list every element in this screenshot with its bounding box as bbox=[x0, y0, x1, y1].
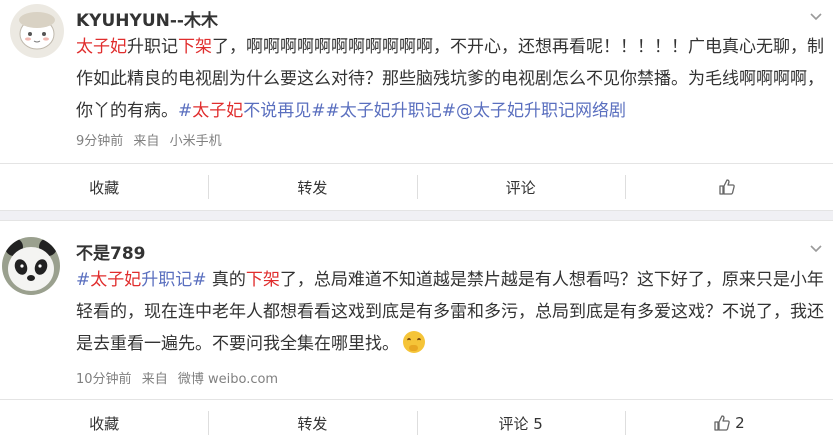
post-meta: 10分钟前 来自 微博 weibo.com bbox=[76, 368, 284, 387]
favorite-label: 收藏 bbox=[89, 178, 120, 197]
text-seg: 真的 bbox=[206, 270, 246, 290]
hashtag-link[interactable]: # bbox=[178, 101, 192, 121]
post-time: 10分钟前 bbox=[76, 372, 132, 387]
text-seg: 下架 bbox=[178, 37, 212, 57]
hashtag-link[interactable]: #太子妃升职记# bbox=[326, 101, 457, 121]
panda-avatar-icon bbox=[2, 237, 60, 295]
post-source[interactable]: 小米手机 bbox=[170, 134, 222, 149]
action-bar: 收藏 转发 评论 5 2 bbox=[0, 399, 833, 446]
chevron-down-icon[interactable] bbox=[808, 240, 824, 256]
comment-button[interactable]: 评论 5 bbox=[416, 400, 625, 446]
text-seg[interactable]: 太子妃 bbox=[76, 37, 127, 57]
hashtag-link[interactable]: # bbox=[76, 270, 90, 290]
source-prefix: 来自 bbox=[141, 372, 168, 387]
avatar-illustration-icon bbox=[10, 4, 64, 58]
hashtag-link[interactable]: 升职记# bbox=[141, 270, 206, 290]
avatar[interactable] bbox=[10, 4, 64, 58]
username[interactable]: KYUHYUN--木木 bbox=[76, 6, 218, 31]
avatar[interactable] bbox=[2, 237, 60, 295]
post-meta: 9分钟前 来自 小米手机 bbox=[76, 130, 228, 149]
text-seg: 升职记 bbox=[127, 37, 178, 57]
repost-label: 转发 bbox=[297, 414, 328, 433]
text-seg: 下架 bbox=[245, 270, 280, 290]
comment-button[interactable]: 评论 bbox=[416, 164, 625, 210]
like-button[interactable]: 2 bbox=[624, 400, 833, 446]
repost-label: 转发 bbox=[297, 178, 328, 197]
like-count: 2 bbox=[735, 414, 745, 432]
favorite-button[interactable]: 收藏 bbox=[0, 164, 208, 210]
post-time: 9分钟前 bbox=[76, 134, 124, 149]
chevron-down-icon[interactable] bbox=[808, 8, 824, 24]
hashtag-link[interactable]: 不说再见# bbox=[243, 101, 325, 121]
post-separator bbox=[0, 210, 833, 221]
repost-button[interactable]: 转发 bbox=[208, 164, 416, 210]
post-text: #太子妃升职记# 真的下架了，总局难道不知道越是禁片越是有人想看吗？这下好了，原… bbox=[76, 264, 828, 360]
favorite-button[interactable]: 收藏 bbox=[0, 400, 208, 446]
post-text: 太子妃升职记下架了，啊啊啊啊啊啊啊啊啊啊啊，不开心，还想再看呢！！！！！广电真心… bbox=[76, 31, 828, 127]
username[interactable]: 不是789 bbox=[76, 239, 146, 264]
comment-label: 评论 5 bbox=[498, 414, 543, 433]
thinking-face-emoji bbox=[403, 331, 425, 353]
weibo-post-2: 不是789 #太子妃升职记# 真的下架了，总局难道不知道越是禁片越是有人想看吗？… bbox=[0, 221, 833, 436]
mention-link[interactable]: @太子妃升职记网络剧 bbox=[456, 101, 626, 121]
hashtag-link[interactable]: 太子妃 bbox=[90, 270, 141, 290]
source-prefix: 来自 bbox=[133, 134, 160, 149]
thumbs-up-icon bbox=[719, 179, 735, 195]
post-source[interactable]: 微博 weibo.com bbox=[178, 372, 278, 387]
like-button[interactable] bbox=[624, 164, 833, 210]
favorite-label: 收藏 bbox=[89, 414, 120, 433]
comment-label: 评论 bbox=[505, 178, 536, 197]
action-bar: 收藏 转发 评论 bbox=[0, 163, 833, 210]
weibo-post-1: KYUHYUN--木木 太子妃升职记下架了，啊啊啊啊啊啊啊啊啊啊啊，不开心，还想… bbox=[0, 0, 833, 210]
hashtag-link[interactable]: 太子妃 bbox=[192, 101, 243, 121]
thumbs-up-icon bbox=[714, 415, 730, 431]
repost-button[interactable]: 转发 bbox=[208, 400, 416, 446]
